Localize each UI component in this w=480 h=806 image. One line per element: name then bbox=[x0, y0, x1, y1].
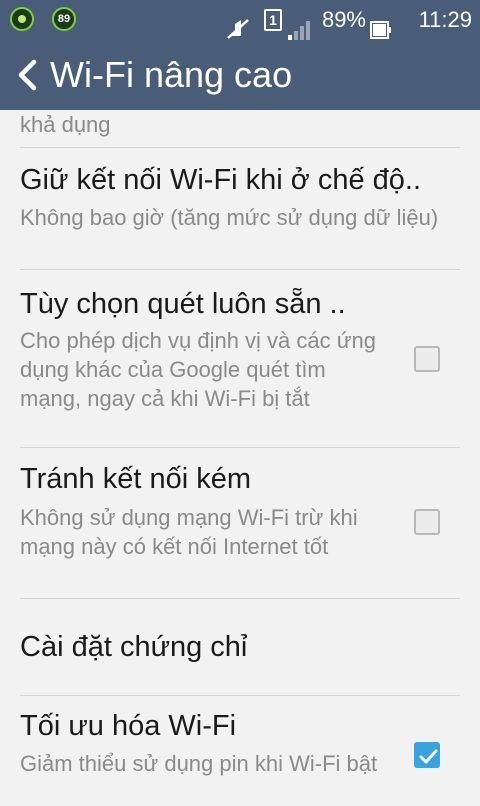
app-notification-icon bbox=[10, 7, 34, 31]
wifi-optimization-checkbox[interactable] bbox=[414, 742, 440, 768]
settings-item-summary: khả dụng bbox=[20, 112, 111, 137]
settings-item-wifi-optimization[interactable]: Tối ưu hóa Wi-Fi Giảm thiểu sử dụng pin … bbox=[20, 696, 460, 806]
chevron-left-icon[interactable] bbox=[16, 59, 40, 91]
status-time: 11:29 bbox=[418, 7, 472, 32]
settings-item-title: Tùy chọn quét luôn sẵn .. bbox=[20, 288, 346, 320]
status-bar: 89 1 89% 11:29 bbox=[0, 0, 480, 40]
settings-item-scanning-always-available[interactable]: Tùy chọn quét luôn sẵn .. Cho phép dịch … bbox=[20, 270, 460, 448]
battery-percent: 89% bbox=[321, 7, 366, 32]
sim-slot-number: 1 bbox=[269, 12, 277, 28]
settings-item-keep-wifi-on[interactable]: Giữ kết nối Wi-Fi khi ở chế độ.. Không b… bbox=[20, 148, 460, 270]
page-title: Wi-Fi nâng cao bbox=[50, 54, 293, 95]
settings-item-summary: Cho phép dịch vụ định vị và các ứng dụng… bbox=[20, 328, 376, 411]
settings-item-title: Tối ưu hóa Wi-Fi bbox=[20, 710, 237, 742]
sim-card-icon: 1 bbox=[264, 9, 282, 31]
settings-list: khả dụng Giữ kết nối Wi-Fi khi ở chế độ.… bbox=[0, 110, 480, 806]
avoid-poor-connections-checkbox[interactable] bbox=[414, 509, 440, 535]
checkmark-icon bbox=[419, 749, 438, 764]
settings-item-install-certificates[interactable]: Cài đặt chứng chỉ bbox=[20, 599, 460, 696]
app-bar: Wi-Fi nâng cao bbox=[0, 40, 480, 110]
scanning-checkbox[interactable] bbox=[414, 346, 440, 372]
settings-item-title: Tránh kết nối kém bbox=[20, 463, 252, 495]
settings-item-summary: Không sử dụng mạng Wi-Fi trừ khi mạng nà… bbox=[20, 505, 358, 559]
settings-item-avoid-poor-connections[interactable]: Tránh kết nối kém Không sử dụng mạng Wi-… bbox=[20, 448, 460, 599]
settings-item-summary: Giảm thiểu sử dụng pin khi Wi-Fi bật bbox=[20, 751, 378, 776]
settings-item-summary: Không bao giờ (tăng mức sử dụng dữ liệu) bbox=[20, 205, 439, 230]
counter-badge-icon: 89 bbox=[52, 7, 76, 31]
settings-item-title: Giữ kết nối Wi-Fi khi ở chế độ.. bbox=[20, 164, 422, 196]
settings-item-partial[interactable]: khả dụng bbox=[20, 110, 460, 148]
settings-item-title: Cài đặt chứng chỉ bbox=[20, 631, 248, 663]
